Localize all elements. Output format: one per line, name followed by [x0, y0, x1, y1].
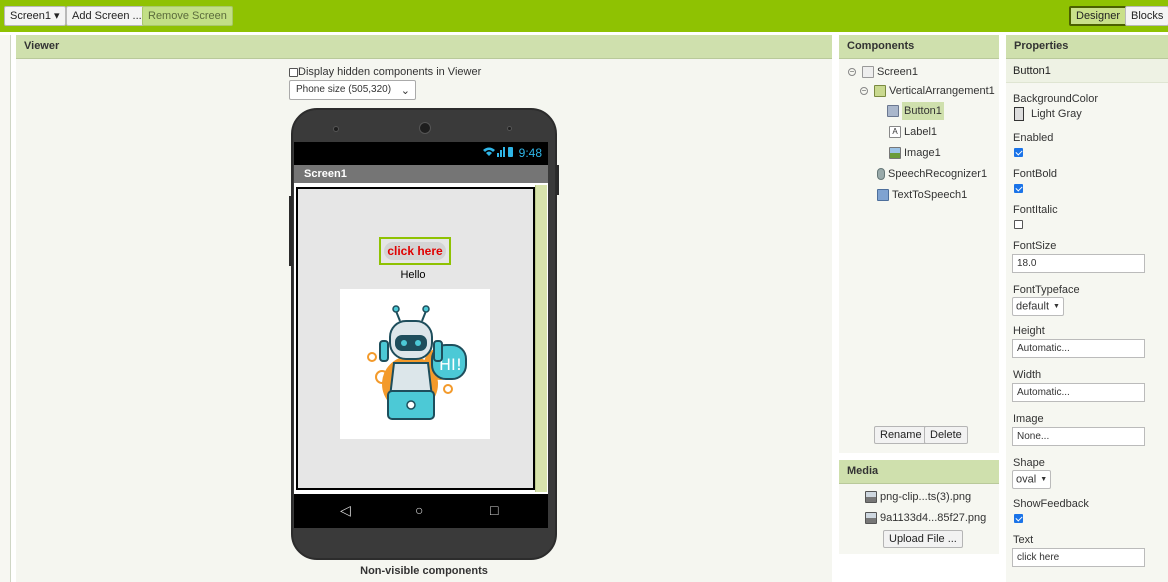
palette-collapsed-strip[interactable]: [0, 35, 11, 582]
delete-button[interactable]: Delete: [924, 426, 968, 444]
tree-item-image1[interactable]: Image1: [889, 147, 941, 159]
tree-label: TextToSpeech1: [892, 189, 968, 201]
front-camera-icon: [419, 122, 431, 134]
tree-item-screen1[interactable]: − Screen1: [848, 66, 918, 78]
shape-value: oval: [1016, 473, 1037, 486]
add-screen-button[interactable]: Add Screen ...: [66, 6, 148, 26]
recents-icon: □: [490, 502, 499, 518]
button1-preview-label: click here: [384, 242, 446, 260]
media-file-1[interactable]: png-clip...ts(3).png: [865, 491, 971, 503]
button-icon: [887, 105, 899, 117]
fontbold-checkbox[interactable]: [1014, 184, 1023, 193]
showfeedback-checkbox[interactable]: [1014, 514, 1023, 523]
tree-label: Button1: [902, 102, 944, 120]
image-icon: [889, 147, 901, 159]
microphone-icon: [877, 168, 885, 180]
blocks-button[interactable]: Blocks: [1125, 6, 1168, 26]
shape-dropdown[interactable]: oval ▼: [1012, 470, 1052, 489]
phone-power-button: [556, 165, 559, 195]
caret-down-icon: ▼: [1040, 476, 1048, 483]
chevron-down-icon: ⌄: [400, 85, 410, 97]
status-time: 9:48: [518, 146, 542, 160]
image-input[interactable]: None...: [1012, 427, 1145, 446]
label1-preview[interactable]: Hello: [380, 269, 446, 281]
fontitalic-label: FontItalic: [1013, 204, 1058, 216]
fonttypeface-label: FontTypeface: [1013, 284, 1080, 296]
tree-label: SpeechRecognizer1: [888, 168, 988, 180]
fontsize-input[interactable]: 18.0: [1012, 254, 1145, 273]
wifi-signal-battery-icon: [482, 146, 514, 161]
phone-side-button: [289, 196, 292, 266]
rename-button[interactable]: Rename: [874, 426, 928, 444]
fontbold-label: FontBold: [1013, 168, 1058, 180]
vertical-arrangement-icon: [874, 85, 886, 97]
backgroundcolor-value[interactable]: Light Gray: [1031, 108, 1082, 120]
caret-down-icon: ▼: [1053, 303, 1060, 310]
shape-label: Shape: [1013, 457, 1045, 469]
fontitalic-checkbox[interactable]: [1014, 220, 1023, 229]
home-icon: ○: [415, 502, 424, 518]
width-label: Width: [1013, 369, 1042, 381]
viewer-header: Viewer: [16, 35, 832, 59]
robot-illustration: HI!: [367, 305, 467, 420]
fonttypeface-dropdown[interactable]: default ▼: [1012, 297, 1064, 316]
phone-size-value: Phone size (505,320): [296, 84, 392, 95]
tree-item-speechrecognizer1[interactable]: SpeechRecognizer1: [877, 168, 987, 180]
screen-title-bar: Screen1: [294, 165, 548, 183]
image-file-icon: [865, 491, 877, 503]
text-input[interactable]: click here: [1012, 548, 1145, 567]
screen-select-dropdown[interactable]: Screen1 ▾: [4, 6, 66, 26]
upload-file-button[interactable]: Upload File ...: [883, 530, 963, 548]
status-bar: 9:48: [294, 142, 548, 165]
display-hidden-checkbox[interactable]: [289, 67, 298, 77]
tree-label: Screen1: [877, 66, 918, 78]
media-file-name: png-clip...ts(3).png: [880, 491, 972, 503]
tree-item-verticalarrangement1[interactable]: − VerticalArrangement1: [860, 85, 995, 97]
sensor-dot-icon: [507, 126, 512, 131]
width-input[interactable]: Automatic...: [1012, 383, 1145, 402]
phone-nav-bar: ◁ ○ □: [294, 494, 548, 528]
collapse-icon[interactable]: −: [848, 68, 856, 76]
tree-label: Label1: [904, 126, 938, 138]
back-icon: ◁: [340, 502, 351, 518]
height-input[interactable]: Automatic...: [1012, 339, 1145, 358]
tree-item-texttospeech1[interactable]: TextToSpeech1: [877, 189, 967, 201]
properties-component-name: Button1: [1006, 59, 1168, 83]
tree-item-label1[interactable]: A Label1: [889, 126, 937, 138]
screen-scrollbar[interactable]: [535, 185, 547, 492]
top-toolbar: Screen1 ▾ Add Screen ... Remove Screen D…: [0, 0, 1168, 32]
phone-size-select[interactable]: Phone size (505,320) ⌄: [289, 80, 416, 100]
media-file-2[interactable]: 9a1133d4...85f27.png: [865, 512, 986, 524]
display-hidden-checkbox-row[interactable]: Display hidden components in Viewer: [289, 66, 481, 78]
components-header: Components: [839, 35, 999, 59]
label-icon: A: [889, 126, 901, 138]
backgroundcolor-swatch[interactable]: [1014, 107, 1024, 121]
non-visible-components-label: Non-visible components: [360, 565, 488, 577]
image1-preview[interactable]: HI!: [340, 289, 490, 439]
screen-icon: [862, 66, 874, 78]
image-file-icon: [865, 512, 877, 524]
enabled-label: Enabled: [1013, 132, 1054, 144]
tree-label: Image1: [904, 147, 941, 159]
image-label: Image: [1013, 413, 1044, 425]
showfeedback-label: ShowFeedback: [1013, 498, 1089, 510]
designer-button[interactable]: Designer: [1069, 6, 1128, 26]
fonttypeface-value: default: [1016, 300, 1050, 313]
height-label: Height: [1013, 325, 1045, 337]
backgroundcolor-label: BackgroundColor: [1013, 93, 1098, 105]
tree-item-button1[interactable]: Button1: [887, 102, 944, 120]
camera-dot-icon: [333, 126, 339, 132]
tree-label: VerticalArrangement1: [889, 85, 995, 97]
collapse-icon[interactable]: −: [860, 87, 868, 95]
remove-screen-button[interactable]: Remove Screen: [142, 6, 233, 26]
fontsize-label: FontSize: [1013, 240, 1057, 252]
display-hidden-label: Display hidden components in Viewer: [298, 66, 482, 78]
properties-header: Properties: [1006, 35, 1168, 59]
media-file-name: 9a1133d4...85f27.png: [880, 512, 987, 524]
button1-preview[interactable]: click here: [379, 237, 451, 265]
text-to-speech-icon: [877, 189, 889, 201]
enabled-checkbox[interactable]: [1014, 148, 1023, 157]
text-label: Text: [1013, 534, 1034, 546]
media-header: Media: [839, 460, 999, 484]
